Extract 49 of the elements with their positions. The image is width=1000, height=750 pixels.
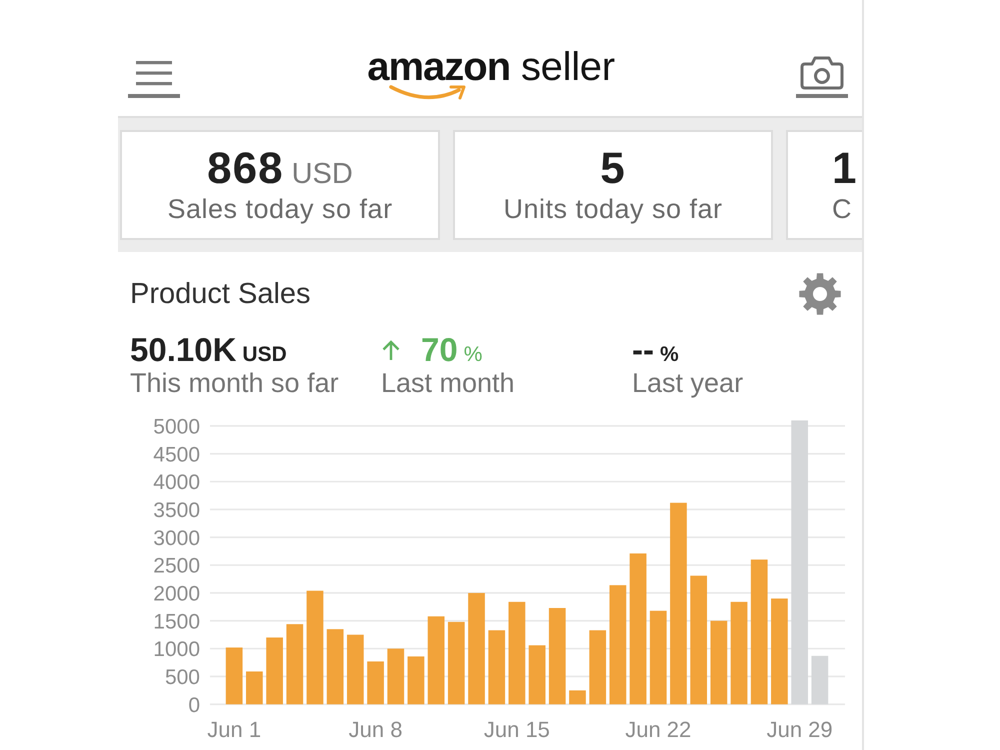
chart-bar bbox=[528, 645, 546, 704]
chart-bar bbox=[266, 638, 283, 704]
y-axis-label: 1000 bbox=[153, 638, 200, 662]
stat-unit: % bbox=[464, 343, 482, 367]
stat-value: 70 bbox=[421, 332, 458, 368]
summary-card[interactable]: 868 USD Sales today so far bbox=[120, 130, 440, 240]
x-axis-label: Jun 1 bbox=[207, 717, 262, 742]
menu-icon[interactable] bbox=[128, 58, 180, 98]
summary-card[interactable]: 1 C bbox=[786, 130, 862, 240]
stat-value: -- bbox=[632, 332, 654, 368]
chart-bar bbox=[811, 656, 828, 704]
stat-label: Last year bbox=[632, 368, 744, 398]
y-axis-label: 0 bbox=[188, 694, 200, 717]
y-axis-label: 5000 bbox=[153, 415, 200, 438]
chart-bar bbox=[226, 648, 243, 704]
stat-label: This month so far bbox=[130, 368, 340, 398]
stat-value: 50.10K bbox=[130, 332, 236, 368]
card-label: Units today so far bbox=[503, 193, 723, 225]
panel-title: Product Sales bbox=[130, 278, 311, 310]
y-axis-label: 3500 bbox=[153, 498, 200, 522]
app-logo: amazon seller bbox=[367, 44, 615, 90]
chart-bar bbox=[408, 656, 424, 704]
card-value: 868 bbox=[207, 145, 284, 193]
y-axis-label: 4500 bbox=[153, 443, 200, 466]
card-label: Sales today so far bbox=[167, 193, 393, 225]
card-value: 1 bbox=[832, 145, 858, 193]
stat-label: Last month bbox=[381, 368, 516, 398]
currency-label: USD bbox=[292, 158, 353, 191]
y-axis-label: 3000 bbox=[153, 526, 200, 550]
chart-bar bbox=[387, 648, 404, 704]
chart-bar bbox=[246, 671, 263, 704]
x-axis-label: Jun 8 bbox=[348, 717, 402, 742]
chart-bar bbox=[346, 634, 364, 704]
card-label: C bbox=[832, 193, 852, 225]
x-axis-label: Jun 15 bbox=[484, 717, 550, 742]
stat-unit: % bbox=[660, 343, 679, 367]
x-axis-label: Jun 29 bbox=[766, 717, 833, 742]
y-axis-label: 1500 bbox=[153, 610, 200, 634]
settings-icon[interactable] bbox=[798, 272, 842, 316]
y-axis-label: 4000 bbox=[153, 471, 200, 494]
chart-bar bbox=[367, 661, 384, 704]
y-axis-label: 2500 bbox=[153, 554, 200, 578]
summary-card[interactable]: 5 Units today so far bbox=[453, 130, 773, 240]
y-axis-label: 500 bbox=[164, 666, 200, 689]
y-axis-label: 2000 bbox=[153, 582, 200, 606]
x-axis-label: Jun 22 bbox=[625, 717, 692, 742]
stat-unit: USD bbox=[242, 343, 287, 367]
chart-bar bbox=[569, 690, 586, 704]
card-value: 5 bbox=[600, 145, 626, 193]
